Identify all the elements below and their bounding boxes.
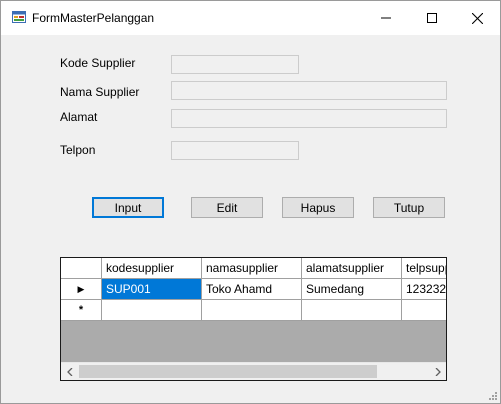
grid-corner-header[interactable] (61, 258, 102, 279)
column-header-kodesupplier[interactable]: kodesupplier (102, 258, 202, 279)
resize-grip-icon[interactable] (488, 391, 497, 400)
form-window: FormMasterPelanggan Kode Supplier Nama S… (0, 0, 501, 404)
kode-supplier-label: Kode Supplier (60, 56, 136, 70)
table-cell[interactable]: Sumedang (302, 279, 402, 300)
alamat-field[interactable] (171, 109, 447, 128)
telpon-label: Telpon (60, 143, 96, 157)
column-header-telpsupp[interactable]: telpsupp (402, 258, 446, 279)
kode-supplier-field[interactable] (171, 55, 299, 74)
horizontal-scrollbar[interactable] (61, 362, 446, 380)
table-cell[interactable]: Toko Ahamd (202, 279, 302, 300)
close-button[interactable] (454, 1, 500, 35)
minimize-icon (381, 17, 391, 19)
maximize-button[interactable] (409, 1, 455, 35)
current-row-arrow-icon: ▶ (77, 283, 85, 294)
scrollbar-thumb[interactable] (79, 365, 377, 378)
edit-button[interactable]: Edit (191, 197, 263, 218)
new-row-cell[interactable] (302, 300, 402, 321)
table-cell[interactable]: 1232323 (402, 279, 446, 300)
input-button[interactable]: Input (92, 197, 164, 218)
minimize-button[interactable] (363, 1, 409, 35)
column-header-alamatsupplier[interactable]: alamatsupplier (302, 258, 402, 279)
column-header-namasupplier[interactable]: namasupplier (202, 258, 302, 279)
new-row-asterisk-icon: * (78, 304, 84, 316)
alamat-label: Alamat (60, 110, 98, 124)
scroll-left-icon[interactable] (61, 363, 78, 380)
new-row-cell[interactable] (202, 300, 302, 321)
hapus-button[interactable]: Hapus (282, 197, 354, 218)
maximize-icon (427, 13, 437, 23)
scroll-right-icon[interactable] (429, 363, 446, 380)
title-bar[interactable]: FormMasterPelanggan (1, 1, 500, 35)
tutup-button[interactable]: Tutup (373, 197, 445, 218)
row-header-current[interactable]: ▶ (61, 279, 102, 300)
window-title: FormMasterPelanggan (32, 11, 155, 25)
nama-supplier-field[interactable] (171, 81, 447, 100)
row-header-new[interactable]: * (61, 300, 102, 321)
nama-supplier-label: Nama Supplier (60, 85, 140, 99)
telpon-field[interactable] (171, 141, 299, 160)
table-cell[interactable]: SUP001 (102, 279, 202, 300)
close-icon (471, 12, 483, 24)
form-app-icon (12, 11, 26, 23)
supplier-data-grid[interactable]: kodesupplier namasupplier alamatsupplier… (60, 257, 447, 381)
new-row-cell[interactable] (402, 300, 446, 321)
new-row-cell[interactable] (102, 300, 202, 321)
